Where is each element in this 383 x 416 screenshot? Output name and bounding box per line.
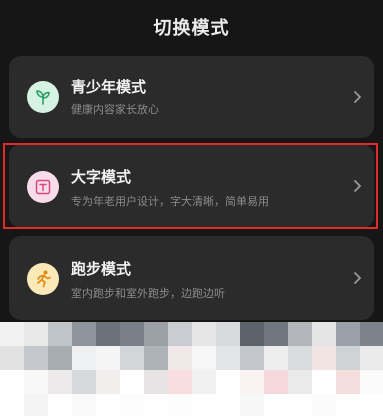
chevron-right-icon (354, 272, 361, 284)
mosaic-cell (336, 346, 360, 370)
sprout-icon (27, 81, 59, 113)
mode-name: 跑步模式 (71, 260, 132, 278)
mosaic-cell (312, 346, 336, 370)
mosaic-cell (144, 370, 168, 394)
mosaic-cell (72, 394, 96, 416)
text-box-icon (27, 171, 59, 203)
mosaic-cell (0, 346, 24, 370)
mosaic-cell (336, 394, 360, 416)
mosaic-cell (240, 394, 264, 416)
mosaic-cell (216, 322, 240, 346)
mosaic-cell (48, 394, 72, 416)
mosaic-cell (264, 394, 288, 416)
pixelated-region (0, 322, 383, 416)
mosaic-cell (24, 394, 48, 416)
mode-switch-screen: 切换模式 青少年模式 健康内容家长放心 大字模式 专为年老用户设计，字大清晰，简… (0, 0, 383, 416)
mosaic-cell (264, 346, 288, 370)
mosaic-cell (240, 346, 264, 370)
mode-description: 健康内容家长放心 (71, 103, 159, 116)
mosaic-cell (192, 394, 216, 416)
mosaic-cell (24, 322, 48, 346)
mode-item-big-font[interactable]: 大字模式 专为年老用户设计，字大清晰，简单易用 (9, 144, 374, 228)
mosaic-cell (120, 322, 144, 346)
page-title: 切换模式 (153, 18, 230, 39)
mosaic-cell (72, 346, 96, 370)
mosaic-cell (216, 346, 240, 370)
mosaic-cell (360, 394, 383, 416)
mosaic-cell (336, 370, 360, 394)
mosaic-cell (120, 394, 144, 416)
mosaic-cell (48, 346, 72, 370)
mode-description: 室内跑步和室外跑步，边跑边听 (71, 287, 225, 300)
mode-item-running[interactable]: 跑步模式 室内跑步和室外跑步，边跑边听 (9, 236, 374, 320)
mosaic-cell (96, 370, 120, 394)
mosaic-cell (168, 322, 192, 346)
mosaic-cell (168, 370, 192, 394)
chevron-right-icon (354, 180, 361, 192)
mosaic-cell (144, 346, 168, 370)
mosaic-cell (216, 394, 240, 416)
mosaic-cell (240, 322, 264, 346)
mosaic-cell (288, 394, 312, 416)
mosaic-cell (360, 322, 383, 346)
mosaic-cell (120, 346, 144, 370)
mosaic-cell (216, 370, 240, 394)
mosaic-cell (48, 322, 72, 346)
chevron-right-icon (354, 91, 361, 103)
mosaic-cell (288, 370, 312, 394)
mosaic-cell (336, 322, 360, 346)
mosaic-cell (0, 322, 24, 346)
mosaic-cell (192, 370, 216, 394)
mosaic-cell (24, 346, 48, 370)
mosaic-cell (0, 370, 24, 394)
mosaic-cell (264, 322, 288, 346)
mode-name: 大字模式 (71, 168, 132, 186)
mode-item-teen[interactable]: 青少年模式 健康内容家长放心 (9, 56, 374, 138)
mosaic-cell (0, 394, 24, 416)
runner-icon (27, 263, 59, 295)
mosaic-cell (240, 370, 264, 394)
mosaic-cell (312, 322, 336, 346)
mosaic-cell (192, 322, 216, 346)
mosaic-cell (168, 394, 192, 416)
mosaic-cell (144, 322, 168, 346)
mosaic-cell (360, 370, 383, 394)
mosaic-cell (168, 346, 192, 370)
mosaic-cell (288, 322, 312, 346)
mosaic-cell (144, 394, 168, 416)
mosaic-cell (264, 370, 288, 394)
mosaic-cell (288, 346, 312, 370)
mosaic-cell (96, 346, 120, 370)
mode-name: 青少年模式 (71, 78, 147, 96)
mosaic-cell (312, 394, 336, 416)
mosaic-cell (24, 370, 48, 394)
mosaic-cell (48, 370, 72, 394)
mode-description: 专为年老用户设计，字大清晰，简单易用 (71, 195, 269, 208)
mosaic-cell (360, 346, 383, 370)
mosaic-cell (120, 370, 144, 394)
mosaic-cell (72, 322, 96, 346)
mosaic-cell (192, 346, 216, 370)
mosaic-cell (72, 370, 96, 394)
mosaic-cell (96, 322, 120, 346)
mosaic-cell (312, 370, 336, 394)
mosaic-cell (96, 394, 120, 416)
